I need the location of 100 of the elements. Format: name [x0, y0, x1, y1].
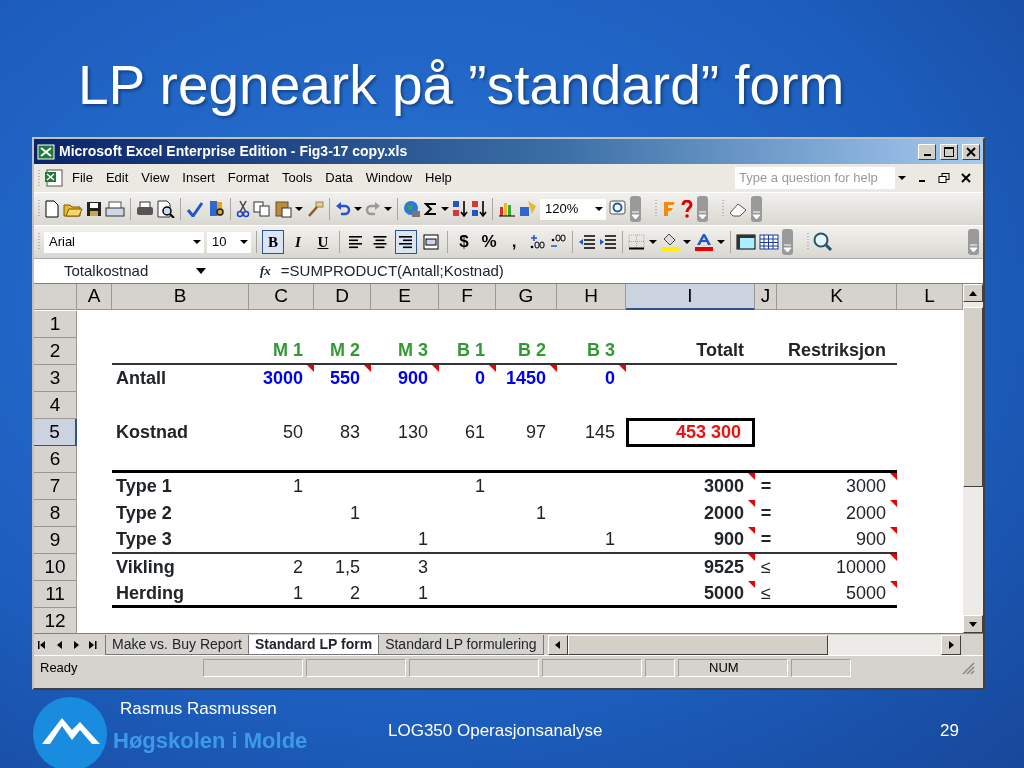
scroll-thumb[interactable] — [567, 634, 828, 655]
window-icon[interactable] — [736, 234, 756, 250]
open-folder-icon[interactable] — [63, 201, 83, 217]
toolbar-handle[interactable] — [655, 199, 658, 219]
column-header[interactable]: F — [439, 284, 496, 310]
spreadsheet-icon[interactable] — [44, 169, 64, 187]
horizontal-scrollbar[interactable] — [547, 634, 961, 655]
comma-button[interactable]: , — [503, 230, 525, 254]
undo-icon[interactable] — [335, 202, 351, 216]
question-icon[interactable] — [680, 200, 694, 218]
column-header[interactable]: D — [314, 284, 371, 310]
font-color-icon[interactable] — [694, 233, 714, 251]
globe-icon[interactable] — [403, 200, 421, 218]
menu-item[interactable]: Format — [222, 168, 274, 188]
decrease-decimal-icon[interactable] — [549, 234, 567, 250]
down-arrow-icon[interactable] — [969, 621, 977, 627]
scroll-thumb[interactable] — [963, 307, 983, 487]
row-header[interactable]: 9 — [34, 527, 77, 554]
help-icon[interactable] — [609, 200, 627, 218]
caret-icon[interactable] — [196, 268, 206, 274]
sigma-icon[interactable] — [424, 202, 438, 216]
caret-icon[interactable] — [240, 239, 248, 245]
book-icon[interactable] — [207, 200, 225, 218]
caret-icon[interactable] — [441, 206, 449, 212]
fill-color-icon[interactable] — [660, 233, 680, 251]
column-header[interactable]: B — [112, 284, 249, 310]
column-header[interactable]: H — [557, 284, 626, 310]
toolbar-handle[interactable] — [38, 199, 41, 219]
toolbar-handle[interactable] — [722, 199, 725, 219]
right-arrow-icon[interactable] — [948, 640, 954, 649]
caret-icon[interactable] — [354, 206, 362, 212]
font-size-dropdown[interactable]: 10 — [207, 231, 251, 253]
caret-icon[interactable] — [595, 206, 603, 212]
caret-icon[interactable] — [898, 175, 906, 181]
up-arrow-icon[interactable] — [969, 290, 977, 296]
cut-icon[interactable] — [236, 200, 250, 218]
decrease-indent-icon[interactable] — [578, 234, 596, 250]
row-header[interactable]: 10 — [34, 554, 77, 581]
format-painter-icon[interactable] — [306, 201, 324, 217]
paste-icon[interactable] — [274, 200, 292, 218]
print-icon[interactable] — [136, 201, 154, 217]
underline-button[interactable]: U — [312, 230, 334, 254]
last-sheet-icon[interactable] — [88, 640, 98, 649]
column-header[interactable]: K — [777, 284, 897, 310]
toolbar-handle[interactable] — [807, 232, 810, 252]
italic-button[interactable]: I — [287, 230, 309, 254]
next-sheet-icon[interactable] — [72, 640, 80, 649]
row-header[interactable]: 4 — [34, 392, 77, 419]
row-header[interactable]: 3 — [34, 365, 77, 392]
menu-item[interactable]: Edit — [100, 168, 134, 188]
new-document-icon[interactable] — [44, 200, 60, 218]
zoom-dropdown[interactable]: 120% — [540, 198, 606, 220]
row-header[interactable]: 11 — [34, 581, 77, 608]
column-header[interactable]: J — [755, 284, 777, 310]
eraser-icon[interactable] — [728, 201, 748, 217]
sheet-tab[interactable]: Make vs. Buy Report — [105, 634, 249, 655]
mail-icon[interactable] — [105, 201, 125, 217]
caret-icon[interactable] — [193, 239, 201, 245]
row-header[interactable]: 6 — [34, 446, 77, 473]
menu-item[interactable]: Data — [320, 168, 358, 188]
sheet-tab[interactable]: Standard LP formulering — [378, 634, 544, 655]
save-icon[interactable] — [86, 201, 102, 217]
menu-item[interactable]: Window — [360, 168, 418, 188]
font-dropdown[interactable]: Arial — [44, 231, 204, 253]
row-header[interactable]: 5 — [34, 419, 77, 446]
column-header[interactable]: A — [77, 284, 112, 310]
row-header[interactable]: 8 — [34, 500, 77, 527]
first-sheet-icon[interactable] — [38, 640, 48, 649]
column-header[interactable]: I — [626, 284, 755, 310]
vertical-scrollbar[interactable] — [963, 284, 983, 633]
menu-item[interactable]: File — [67, 168, 98, 188]
maximize-button[interactable] — [940, 143, 958, 160]
row-header[interactable]: 2 — [34, 338, 77, 365]
align-right-button[interactable] — [395, 230, 417, 254]
menu-item[interactable]: View — [136, 168, 175, 188]
close-icon[interactable] — [961, 173, 971, 183]
column-header[interactable]: G — [496, 284, 557, 310]
formula-field[interactable]: =SUMPRODUCT(Antall;Kostnad) — [280, 259, 504, 283]
toolbar-handle[interactable] — [38, 169, 41, 187]
borders-icon[interactable] — [628, 234, 646, 250]
print-preview-icon[interactable] — [157, 200, 175, 218]
row-header[interactable]: 12 — [34, 608, 77, 633]
toolbar-handle[interactable] — [38, 232, 41, 252]
menu-item[interactable]: Tools — [277, 168, 318, 188]
minimize-button[interactable] — [918, 143, 936, 160]
sort-descending-icon[interactable] — [471, 200, 487, 218]
increase-decimal-icon[interactable] — [528, 234, 546, 250]
caret-icon[interactable] — [717, 239, 725, 245]
bold-button[interactable]: B — [262, 230, 284, 254]
name-box[interactable]: Totalkostnad — [34, 259, 184, 283]
menu-item[interactable]: Help — [420, 168, 457, 188]
caret-icon[interactable] — [649, 239, 657, 245]
row-header[interactable]: 7 — [34, 473, 77, 500]
close-button[interactable] — [962, 143, 980, 160]
left-arrow-icon[interactable] — [555, 640, 561, 649]
selected-cell[interactable]: 453 300 — [626, 418, 755, 447]
resize-grip-icon[interactable] — [961, 660, 975, 675]
currency-button[interactable]: $ — [453, 230, 475, 254]
column-header[interactable]: E — [371, 284, 439, 310]
column-header[interactable]: C — [249, 284, 314, 310]
